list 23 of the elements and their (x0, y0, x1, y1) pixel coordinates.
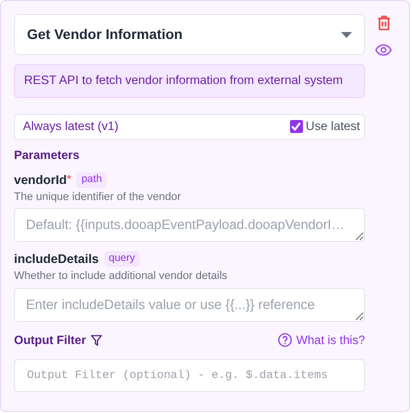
parameter-description: Whether to include additional vendor details (14, 269, 228, 284)
version-select[interactable]: Always latest (v1) Use latest (14, 114, 365, 140)
filter-icon (91, 334, 102, 346)
parameter-description: The unique identifier of the vendor (14, 190, 182, 204)
parameter-location-tag: query (104, 251, 140, 268)
caret-icon (341, 32, 352, 38)
parameter-input[interactable]: Default: {{inputs.dooapEventPayload.dooapVendorI… (14, 208, 365, 242)
required-mark: * (66, 172, 72, 188)
output-filter-label: Output Filter (14, 332, 86, 348)
description-note: REST API to fetch vendor information from external system (14, 64, 365, 98)
parameter-name: vendorId (14, 172, 67, 188)
check-icon (291, 122, 302, 132)
parameter-input[interactable]: Enter includeDetails value or use {{...}} reference (14, 288, 365, 322)
help-link[interactable]: What is this? (278, 332, 365, 348)
eye-icon[interactable] (375, 44, 392, 56)
help-icon (278, 333, 292, 348)
delete-icon[interactable] (376, 15, 390, 31)
operation-select[interactable]: Get Vendor Information (14, 14, 365, 55)
parameter-location-tag: path (76, 172, 107, 188)
output-filter-input[interactable]: Output Filter (optional) - e.g. $.data.items (14, 359, 365, 392)
section-heading: Parameters (14, 148, 80, 164)
use-latest-checkbox[interactable]: Use latest (290, 119, 360, 135)
parameter-name: includeDetails (14, 251, 99, 268)
